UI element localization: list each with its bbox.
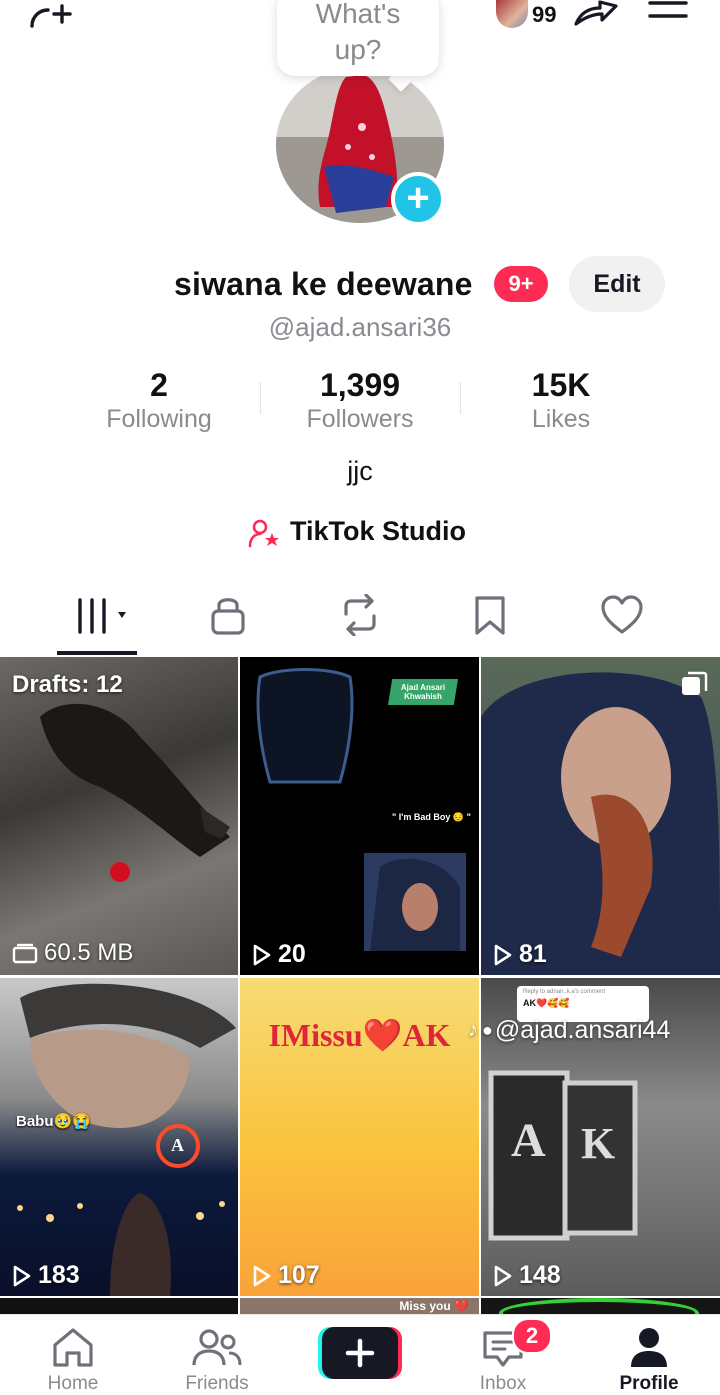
share-button[interactable] [572,0,620,26]
nav-home[interactable]: Home [13,1325,133,1395]
story-count: 99 [532,2,557,27]
view-count-row: 148 [493,1261,561,1290]
repost-icon [344,594,376,636]
notification-badge: 9+ [494,266,548,302]
status-bubble[interactable]: What's up? [277,0,439,76]
drafts-cell[interactable]: Drafts: 12 60.5 MB [0,657,238,975]
view-count: 107 [278,1261,320,1289]
overlay-badge: Ajad Ansari Khwahish [388,679,458,705]
profile-icon [631,1328,667,1367]
play-icon [13,1265,31,1286]
overlay-quote: " I'm Bad Boy 😔 " [392,812,471,822]
share-arrow-icon [574,0,618,26]
tab-active-underline [57,651,137,655]
bio-text: jjc [347,456,373,486]
multi-image-icon [682,671,708,695]
play-icon [494,1265,512,1286]
person-icon: ● [482,1020,493,1040]
home-icon [53,1328,93,1367]
overlay-text: Babu🥹😭 [16,1113,91,1130]
heart-icon [601,595,643,634]
video-thumbnail [17,983,236,1296]
friends-icon [192,1329,242,1366]
frame-letter-k: K [581,1119,616,1168]
video-thumbnail [481,672,720,975]
view-count-row: 107 [252,1261,320,1290]
username-handle: @ajad.ansari36 [268,312,452,342]
view-count-row: 81 [493,940,547,969]
tab-private[interactable] [210,594,246,636]
lock-icon [211,598,245,635]
tab-videos[interactable] [76,594,134,636]
add-friend-button[interactable] [28,0,78,28]
tab-reposts[interactable] [338,594,382,636]
view-count: 148 [519,1261,561,1289]
stat-following[interactable]: 2 Following [59,366,259,434]
story-count-group[interactable]: 99 [496,0,556,30]
tiktok-logo-icon: ♪ [468,1019,478,1041]
story-avatar [496,0,528,28]
plus-icon: + [406,176,430,220]
stat-label: Followers [306,405,414,433]
watermark-handle: @ajad.ansari44 [494,1016,671,1044]
view-count: 183 [38,1261,80,1289]
video-cell[interactable] [481,1298,720,1314]
stat-label: Following [106,405,212,433]
menu-button[interactable] [648,0,688,20]
person-plus-icon [30,4,72,28]
play-icon [253,944,271,965]
green-ring [499,1298,699,1314]
videos-grid-icon [78,598,126,634]
video-cell[interactable] [0,1298,238,1314]
view-count-row: 183 [12,1261,80,1290]
view-count-row: 20 [252,940,306,969]
stat-value: 2 [150,367,168,403]
tab-liked[interactable] [600,594,644,636]
video-cell[interactable]: 81 [481,657,720,975]
tab-favorites[interactable] [474,594,506,636]
overlay-letter: A [171,1135,184,1155]
bottom-nav: Home Friends Inbox Profile [0,1314,720,1395]
stat-value: 15K [531,367,591,403]
stat-label: Likes [531,405,591,433]
drafts-size: 60.5 MB [44,939,134,966]
video-cell[interactable]: Babu🥹😭 A 183 [0,978,238,1296]
tiktok-studio-label: TikTok Studio [290,516,467,546]
view-count: 20 [278,940,306,968]
nav-profile[interactable]: Profile [589,1325,709,1395]
add-story-button[interactable]: + [391,172,445,226]
person-star-icon [248,519,279,548]
stat-likes[interactable]: 15K Likes [461,366,661,434]
watermark: ♪ ● @ajad.ansari44 [468,1016,670,1045]
create-button[interactable] [318,1325,402,1381]
partial-overlay-text: Miss you 💔 [399,1299,469,1313]
hamburger-menu-icon [648,1,688,18]
drafts-label: Drafts: 12 [12,671,123,698]
play-icon [494,944,512,965]
create-plus-icon [318,1327,402,1379]
nav-friends[interactable]: Friends [157,1325,277,1395]
video-cell[interactable]: Miss you 💔 [240,1298,479,1314]
draft-thumbnail [40,703,230,882]
play-icon [253,1265,271,1286]
storage-icon [12,943,38,964]
bookmark-icon [475,596,505,635]
video-cell[interactable]: Ajad Ansari Khwahish " I'm Bad Boy 😔 " 2… [240,657,479,975]
inbox-badge: 2 [512,1318,552,1354]
display-name: siwana ke deewane [174,266,473,302]
reply-text: AK❤️🥰🥰 [523,998,570,1008]
status-bubble-text: What's up? [315,0,401,65]
overlay-text: IMissu❤️AK [268,1017,451,1053]
video-cell[interactable]: IMissu❤️AK 107 [240,978,479,1296]
frame-letter-a: A [511,1114,546,1167]
reply-header: Reply to adnan..k.a's comment [523,989,606,995]
stat-value: 1,399 [319,367,401,403]
edit-profile-button[interactable]: Edit [569,256,665,312]
stat-followers[interactable]: 1,399 Followers [260,366,460,434]
view-count: 81 [519,940,547,968]
drafts-size-row: 60.5 MB [12,939,133,967]
